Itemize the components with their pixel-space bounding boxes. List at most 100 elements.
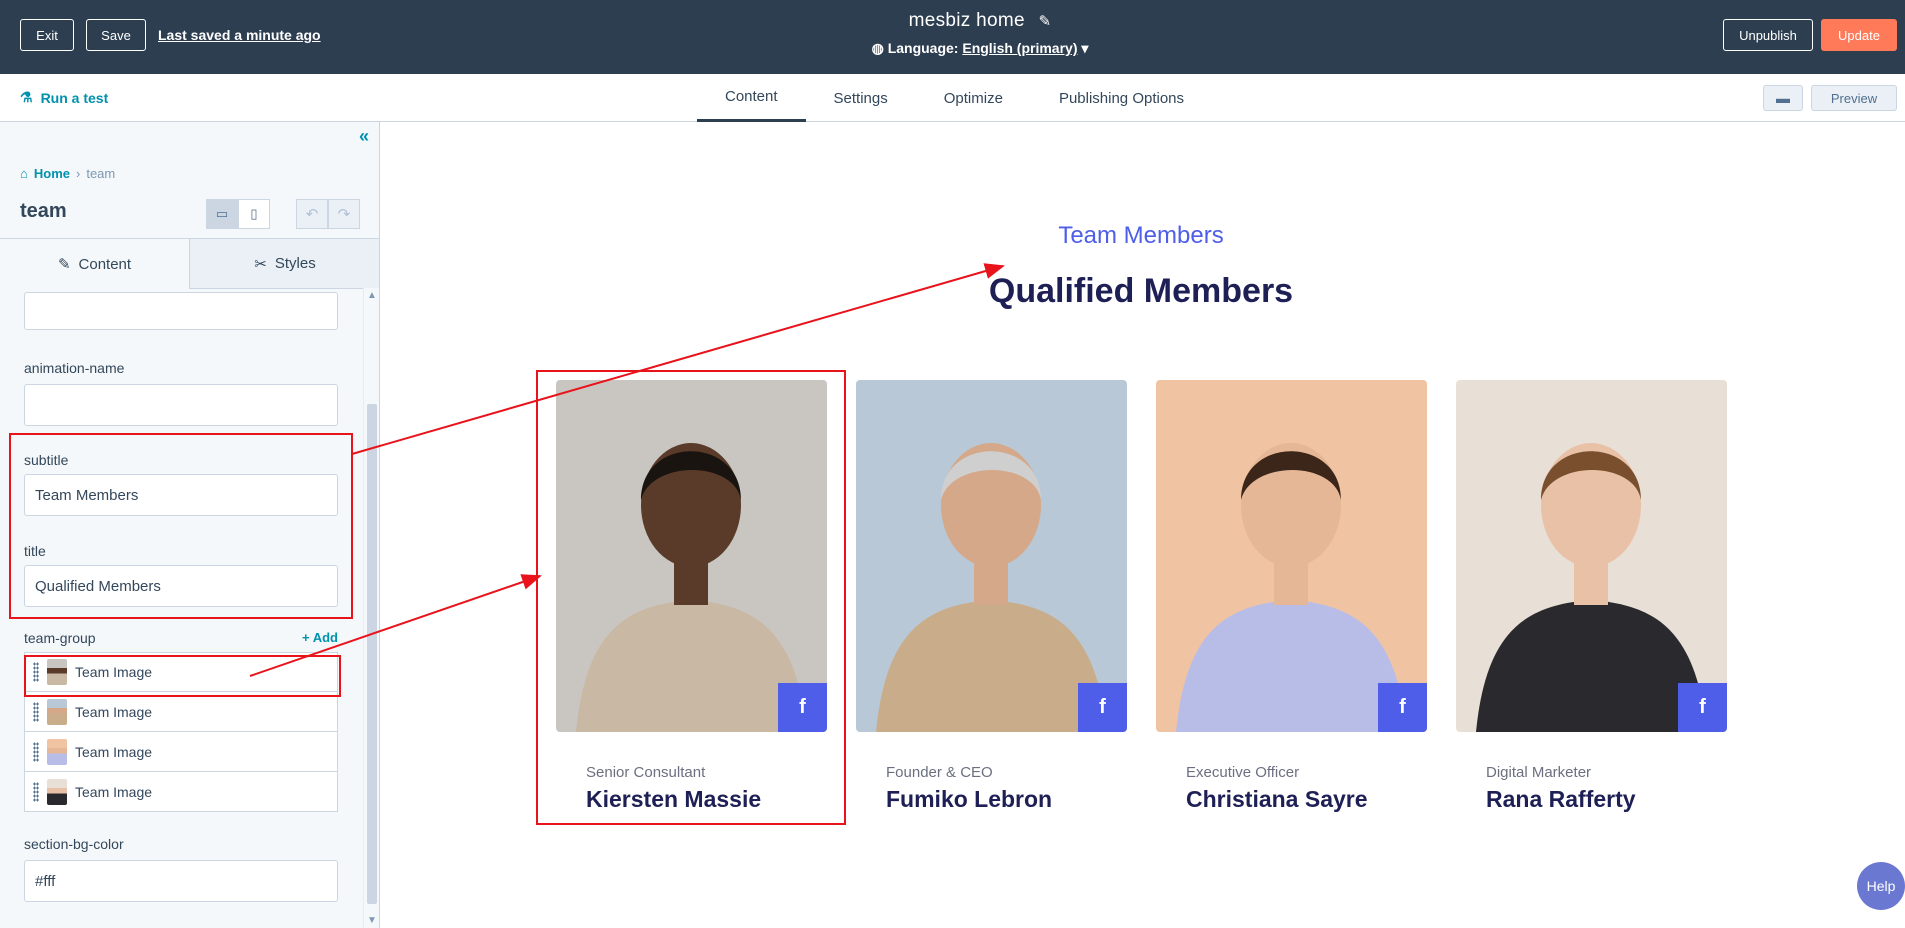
team-thumbnail xyxy=(47,778,67,805)
portrait-illustration xyxy=(856,380,1127,732)
tab-content[interactable]: Content xyxy=(697,74,806,122)
caret-down-icon: ▾ xyxy=(1081,40,1089,56)
panel-tabs: ✎ Content ✂ Styles xyxy=(0,238,379,289)
language-label: Language: xyxy=(887,40,959,56)
scroll-down-icon[interactable]: ▼ xyxy=(367,915,377,926)
breadcrumb-current: team xyxy=(86,166,116,181)
drag-handle-icon[interactable] xyxy=(33,701,39,722)
breadcrumb: ⌂ Home › team xyxy=(20,166,115,181)
tab-settings[interactable]: Settings xyxy=(806,74,916,122)
team-group-label: team-group xyxy=(24,630,96,646)
team-group-list: Team Image Team Image Team Image Team Im… xyxy=(24,652,338,812)
subtitle-input[interactable]: Team Members xyxy=(24,474,338,516)
exit-button[interactable]: Exit xyxy=(20,19,74,51)
team-card[interactable]: f Executive Officer Christiana Sayre xyxy=(1156,380,1427,812)
desktop-view-button[interactable]: ▭ xyxy=(206,199,238,229)
panel-tab-content-label: Content xyxy=(78,255,132,273)
page-title: mesbiz home ✎ xyxy=(860,10,1100,32)
editor-topbar: Exit Save Last saved a minute ago mesbiz… xyxy=(0,0,1905,74)
scrollbar-thumb[interactable] xyxy=(367,404,377,904)
collapse-panel-icon[interactable]: « xyxy=(359,126,369,147)
page-preview: Team Members Qualified Members f Senior C… xyxy=(381,122,1905,928)
drag-handle-icon[interactable] xyxy=(33,781,39,802)
title-input[interactable]: Qualified Members xyxy=(24,565,338,607)
list-item[interactable]: Team Image xyxy=(24,652,338,692)
team-item-label: Team Image xyxy=(75,664,153,680)
animation-name-input[interactable] xyxy=(24,384,338,426)
team-thumbnail xyxy=(47,698,67,725)
pencil-icon: ✎ xyxy=(57,256,71,273)
portrait-illustration xyxy=(1456,380,1727,732)
panel-tab-styles[interactable]: ✂ Styles xyxy=(190,239,379,289)
comment-button[interactable]: ▬ xyxy=(1763,85,1803,111)
preview-button[interactable]: Preview xyxy=(1811,85,1897,111)
member-name[interactable]: Christiana Sayre xyxy=(1186,786,1368,813)
undo-button[interactable]: ↶ xyxy=(296,199,328,229)
pencil-icon[interactable]: ✎ xyxy=(1039,12,1052,30)
desktop-icon: ▭ xyxy=(215,206,229,221)
section-bg-color-label: section-bg-color xyxy=(24,836,124,852)
undo-icon: ↶ xyxy=(305,206,319,223)
team-thumbnail xyxy=(47,659,67,685)
help-button[interactable]: Help xyxy=(1857,862,1905,910)
device-toggle: ▭ ▯ xyxy=(206,199,270,229)
scroll-up-icon[interactable]: ▲ xyxy=(367,290,377,301)
portrait-illustration xyxy=(556,380,827,732)
team-item-label: Team Image xyxy=(75,783,153,800)
mobile-view-button[interactable]: ▯ xyxy=(238,199,270,229)
panel-tab-styles-label: Styles xyxy=(274,255,316,272)
facebook-icon[interactable]: f xyxy=(1078,683,1127,732)
redo-button[interactable]: ↷ xyxy=(328,199,360,229)
globe-icon: ◍ xyxy=(871,40,884,56)
panel-tab-content[interactable]: ✎ Content xyxy=(0,239,190,289)
run-test-link[interactable]: ⚗ Run a test xyxy=(20,89,108,106)
language-selector[interactable]: ◍ Language: English (primary) ▾ xyxy=(830,40,1130,57)
mobile-icon: ▯ xyxy=(250,206,258,221)
flask-icon: ⚗ xyxy=(20,89,33,105)
unpublish-button[interactable]: Unpublish xyxy=(1723,19,1813,51)
team-card[interactable]: f Digital Marketer Rana Rafferty xyxy=(1456,380,1727,812)
list-item[interactable]: Team Image xyxy=(24,772,338,812)
preview-title[interactable]: Qualified Members xyxy=(381,272,1901,311)
drag-handle-icon[interactable] xyxy=(33,741,39,762)
breadcrumb-home[interactable]: Home xyxy=(34,166,70,181)
panel-scrollbar[interactable]: ▲ ▼ xyxy=(363,288,379,928)
page-title-text: mesbiz home xyxy=(908,10,1025,31)
module-name: team xyxy=(20,200,67,222)
member-name[interactable]: Fumiko Lebron xyxy=(886,786,1052,813)
home-icon[interactable]: ⌂ xyxy=(20,166,28,181)
preview-subtitle[interactable]: Team Members xyxy=(381,222,1901,250)
tab-publishing-options[interactable]: Publishing Options xyxy=(1031,74,1212,122)
add-team-item-button[interactable]: + Add xyxy=(302,630,338,645)
list-item[interactable]: Team Image xyxy=(24,732,338,772)
team-photo: f xyxy=(856,380,1127,732)
animation-name-label: animation-name xyxy=(24,360,125,376)
last-saved-link[interactable]: Last saved a minute ago xyxy=(158,27,321,43)
comment-icon: ▬ xyxy=(1776,90,1790,106)
team-card[interactable]: f Founder & CEO Fumiko Lebron xyxy=(856,380,1127,812)
drag-handle-icon[interactable] xyxy=(33,662,39,682)
member-name[interactable]: Kiersten Massie xyxy=(586,786,761,813)
tab-optimize[interactable]: Optimize xyxy=(916,74,1031,122)
section-bg-color-input[interactable]: #fff xyxy=(24,860,338,902)
module-fields: animation-name subtitle Team Members tit… xyxy=(0,288,362,928)
subtitle-label: subtitle xyxy=(24,452,69,468)
save-button[interactable]: Save xyxy=(86,19,146,51)
facebook-icon[interactable]: f xyxy=(1378,683,1427,732)
team-photo: f xyxy=(556,380,827,732)
update-button[interactable]: Update xyxy=(1821,19,1897,51)
editor-tabs: Content Settings Optimize Publishing Opt… xyxy=(697,74,1212,122)
previous-field-input[interactable] xyxy=(24,292,338,330)
team-card[interactable]: f Senior Consultant Kiersten Massie xyxy=(556,380,827,812)
team-item-label: Team Image xyxy=(75,743,153,760)
editor-subbar: ⚗ Run a test Content Settings Optimize P… xyxy=(0,74,1905,122)
undo-redo-group: ↶ ↷ xyxy=(296,199,360,229)
language-value[interactable]: English (primary) xyxy=(962,40,1077,56)
facebook-icon[interactable]: f xyxy=(778,683,827,732)
redo-icon: ↷ xyxy=(337,206,351,223)
run-test-label: Run a test xyxy=(40,89,109,106)
facebook-icon[interactable]: f xyxy=(1678,683,1727,732)
member-role: Senior Consultant xyxy=(586,764,706,781)
list-item[interactable]: Team Image xyxy=(24,692,338,732)
member-name[interactable]: Rana Rafferty xyxy=(1486,786,1636,813)
